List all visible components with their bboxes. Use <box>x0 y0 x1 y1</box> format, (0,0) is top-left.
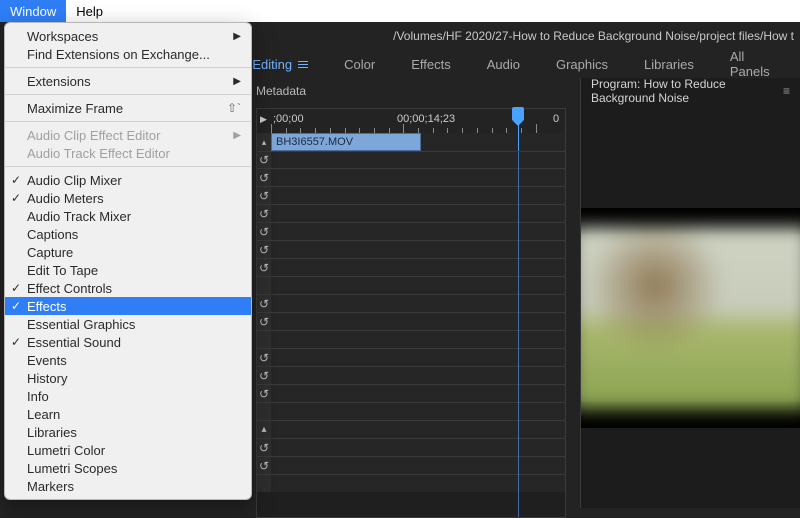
menu-item-label: Learn <box>27 407 60 422</box>
menu-item-libraries[interactable]: Libraries <box>5 423 251 441</box>
effect-controls-body <box>256 108 566 518</box>
menu-item-essential-graphics[interactable]: Essential Graphics <box>5 315 251 333</box>
menu-item-label: Audio Meters <box>27 191 104 206</box>
menu-item-label: Capture <box>27 245 73 260</box>
tab-effects[interactable]: Effects <box>393 50 469 78</box>
menu-item-captions[interactable]: Captions <box>5 225 251 243</box>
window-dropdown-menu: Workspaces ▶ Find Extensions on Exchange… <box>4 22 252 500</box>
reset-icon[interactable] <box>257 150 271 168</box>
menu-item-label: Events <box>27 353 67 368</box>
reset-icon[interactable] <box>257 348 271 366</box>
menu-item-label: Lumetri Scopes <box>27 461 117 476</box>
reset-icon[interactable] <box>257 204 271 222</box>
menu-item-label: Extensions <box>27 74 91 89</box>
track-toggle-icon[interactable] <box>257 133 271 151</box>
menu-item-history[interactable]: History <box>5 369 251 387</box>
reset-icon[interactable] <box>257 222 271 240</box>
menu-item-maximize-frame[interactable]: Maximize Frame ⇧` <box>5 99 251 117</box>
effect-controls-timeline: ▶ ;00;00 00;00;14;23 0 BH3I6557.MOV <box>256 108 566 152</box>
reset-icon[interactable] <box>257 258 271 276</box>
menu-item-label: Audio Clip Mixer <box>27 173 122 188</box>
menu-item-lumetri-scopes[interactable]: Lumetri Scopes <box>5 459 251 477</box>
reset-icon[interactable] <box>257 456 271 474</box>
menu-item-effects[interactable]: ✓ Effects <box>5 297 251 315</box>
menu-item-label: Lumetri Color <box>27 443 105 458</box>
reset-icon[interactable] <box>257 240 271 258</box>
menu-item-audio-meters[interactable]: ✓ Audio Meters <box>5 189 251 207</box>
check-icon: ✓ <box>11 191 21 205</box>
tab-libraries[interactable]: Libraries <box>626 50 712 78</box>
submenu-arrow-icon: ▶ <box>233 31 241 42</box>
program-monitor-panel: Program: How to Reduce Background Noise … <box>580 78 800 508</box>
menu-item-label: Captions <box>27 227 78 242</box>
panel-menu-icon[interactable]: ≡ <box>783 84 790 98</box>
program-monitor-title[interactable]: Program: How to Reduce Background Noise <box>591 77 775 105</box>
check-icon: ✓ <box>11 335 21 349</box>
menu-item-audio-clip-effect-editor: Audio Clip Effect Editor ▶ <box>5 126 251 144</box>
menu-item-label: Effect Controls <box>27 281 112 296</box>
menu-item-learn[interactable]: Learn <box>5 405 251 423</box>
menu-item-edit-to-tape[interactable]: Edit To Tape <box>5 261 251 279</box>
preview-frame <box>581 227 800 408</box>
playhead[interactable] <box>518 109 519 151</box>
menu-item-capture[interactable]: Capture <box>5 243 251 261</box>
check-icon: ✓ <box>11 281 21 295</box>
menu-item-events[interactable]: Events <box>5 351 251 369</box>
hamburger-icon <box>298 61 308 68</box>
menu-item-extensions[interactable]: Extensions ▶ <box>5 72 251 90</box>
menu-item-label: Edit To Tape <box>27 263 98 278</box>
menu-window[interactable]: Window <box>0 0 66 22</box>
playhead-handle-icon[interactable] <box>512 107 524 121</box>
menu-item-label: Find Extensions on Exchange... <box>27 47 210 62</box>
submenu-arrow-icon: ▶ <box>233 76 241 87</box>
menubar: Window Help <box>0 0 800 22</box>
reset-icon[interactable] <box>257 186 271 204</box>
menu-item-label: Maximize Frame <box>27 101 123 116</box>
track-toggle-icon[interactable] <box>257 420 271 438</box>
tab-label: Editing <box>252 57 292 72</box>
menu-item-label: Info <box>27 389 49 404</box>
tab-all-panels[interactable]: All Panels <box>712 50 800 78</box>
menu-item-label: Essential Graphics <box>27 317 135 332</box>
tab-color[interactable]: Color <box>326 50 393 78</box>
reset-icon[interactable] <box>257 384 271 402</box>
menu-item-label: Workspaces <box>27 29 98 44</box>
play-icon[interactable]: ▶ <box>260 114 267 125</box>
submenu-arrow-icon: ▶ <box>233 130 241 141</box>
menu-item-audio-track-effect-editor: Audio Track Effect Editor <box>5 144 251 162</box>
tab-audio[interactable]: Audio <box>469 50 538 78</box>
reset-icon[interactable] <box>257 294 271 312</box>
reset-icon[interactable] <box>257 366 271 384</box>
check-icon: ✓ <box>11 299 21 313</box>
menu-item-label: History <box>27 371 67 386</box>
timeline-clip[interactable]: BH3I6557.MOV <box>271 133 421 151</box>
menu-item-label: Audio Track Effect Editor <box>27 146 170 161</box>
menu-help[interactable]: Help <box>66 0 113 22</box>
menu-item-label: Audio Clip Effect Editor <box>27 128 160 143</box>
panel-tab-metadata[interactable]: Metadata <box>256 84 306 98</box>
check-icon: ✓ <box>11 173 21 187</box>
menu-item-info[interactable]: Info <box>5 387 251 405</box>
menu-item-label: Markers <box>27 479 74 494</box>
menu-item-workspaces[interactable]: Workspaces ▶ <box>5 27 251 45</box>
menu-item-markers[interactable]: Markers <box>5 477 251 495</box>
menu-item-find-extensions[interactable]: Find Extensions on Exchange... <box>5 45 251 63</box>
menu-item-audio-track-mixer[interactable]: Audio Track Mixer <box>5 207 251 225</box>
menu-item-shortcut: ⇧` <box>227 101 241 115</box>
playhead-line <box>518 108 519 517</box>
menu-item-essential-sound[interactable]: ✓ Essential Sound <box>5 333 251 351</box>
menu-item-label: Essential Sound <box>27 335 121 350</box>
menu-item-label: Effects <box>27 299 67 314</box>
menu-item-label: Libraries <box>27 425 77 440</box>
menu-item-audio-clip-mixer[interactable]: ✓ Audio Clip Mixer <box>5 171 251 189</box>
reset-icon[interactable] <box>257 438 271 456</box>
menu-item-effect-controls[interactable]: ✓ Effect Controls <box>5 279 251 297</box>
menu-item-lumetri-color[interactable]: Lumetri Color <box>5 441 251 459</box>
program-monitor-viewer[interactable] <box>581 208 800 428</box>
menu-item-label: Audio Track Mixer <box>27 209 131 224</box>
tab-graphics[interactable]: Graphics <box>538 50 626 78</box>
reset-icon[interactable] <box>257 312 271 330</box>
reset-icon[interactable] <box>257 168 271 186</box>
